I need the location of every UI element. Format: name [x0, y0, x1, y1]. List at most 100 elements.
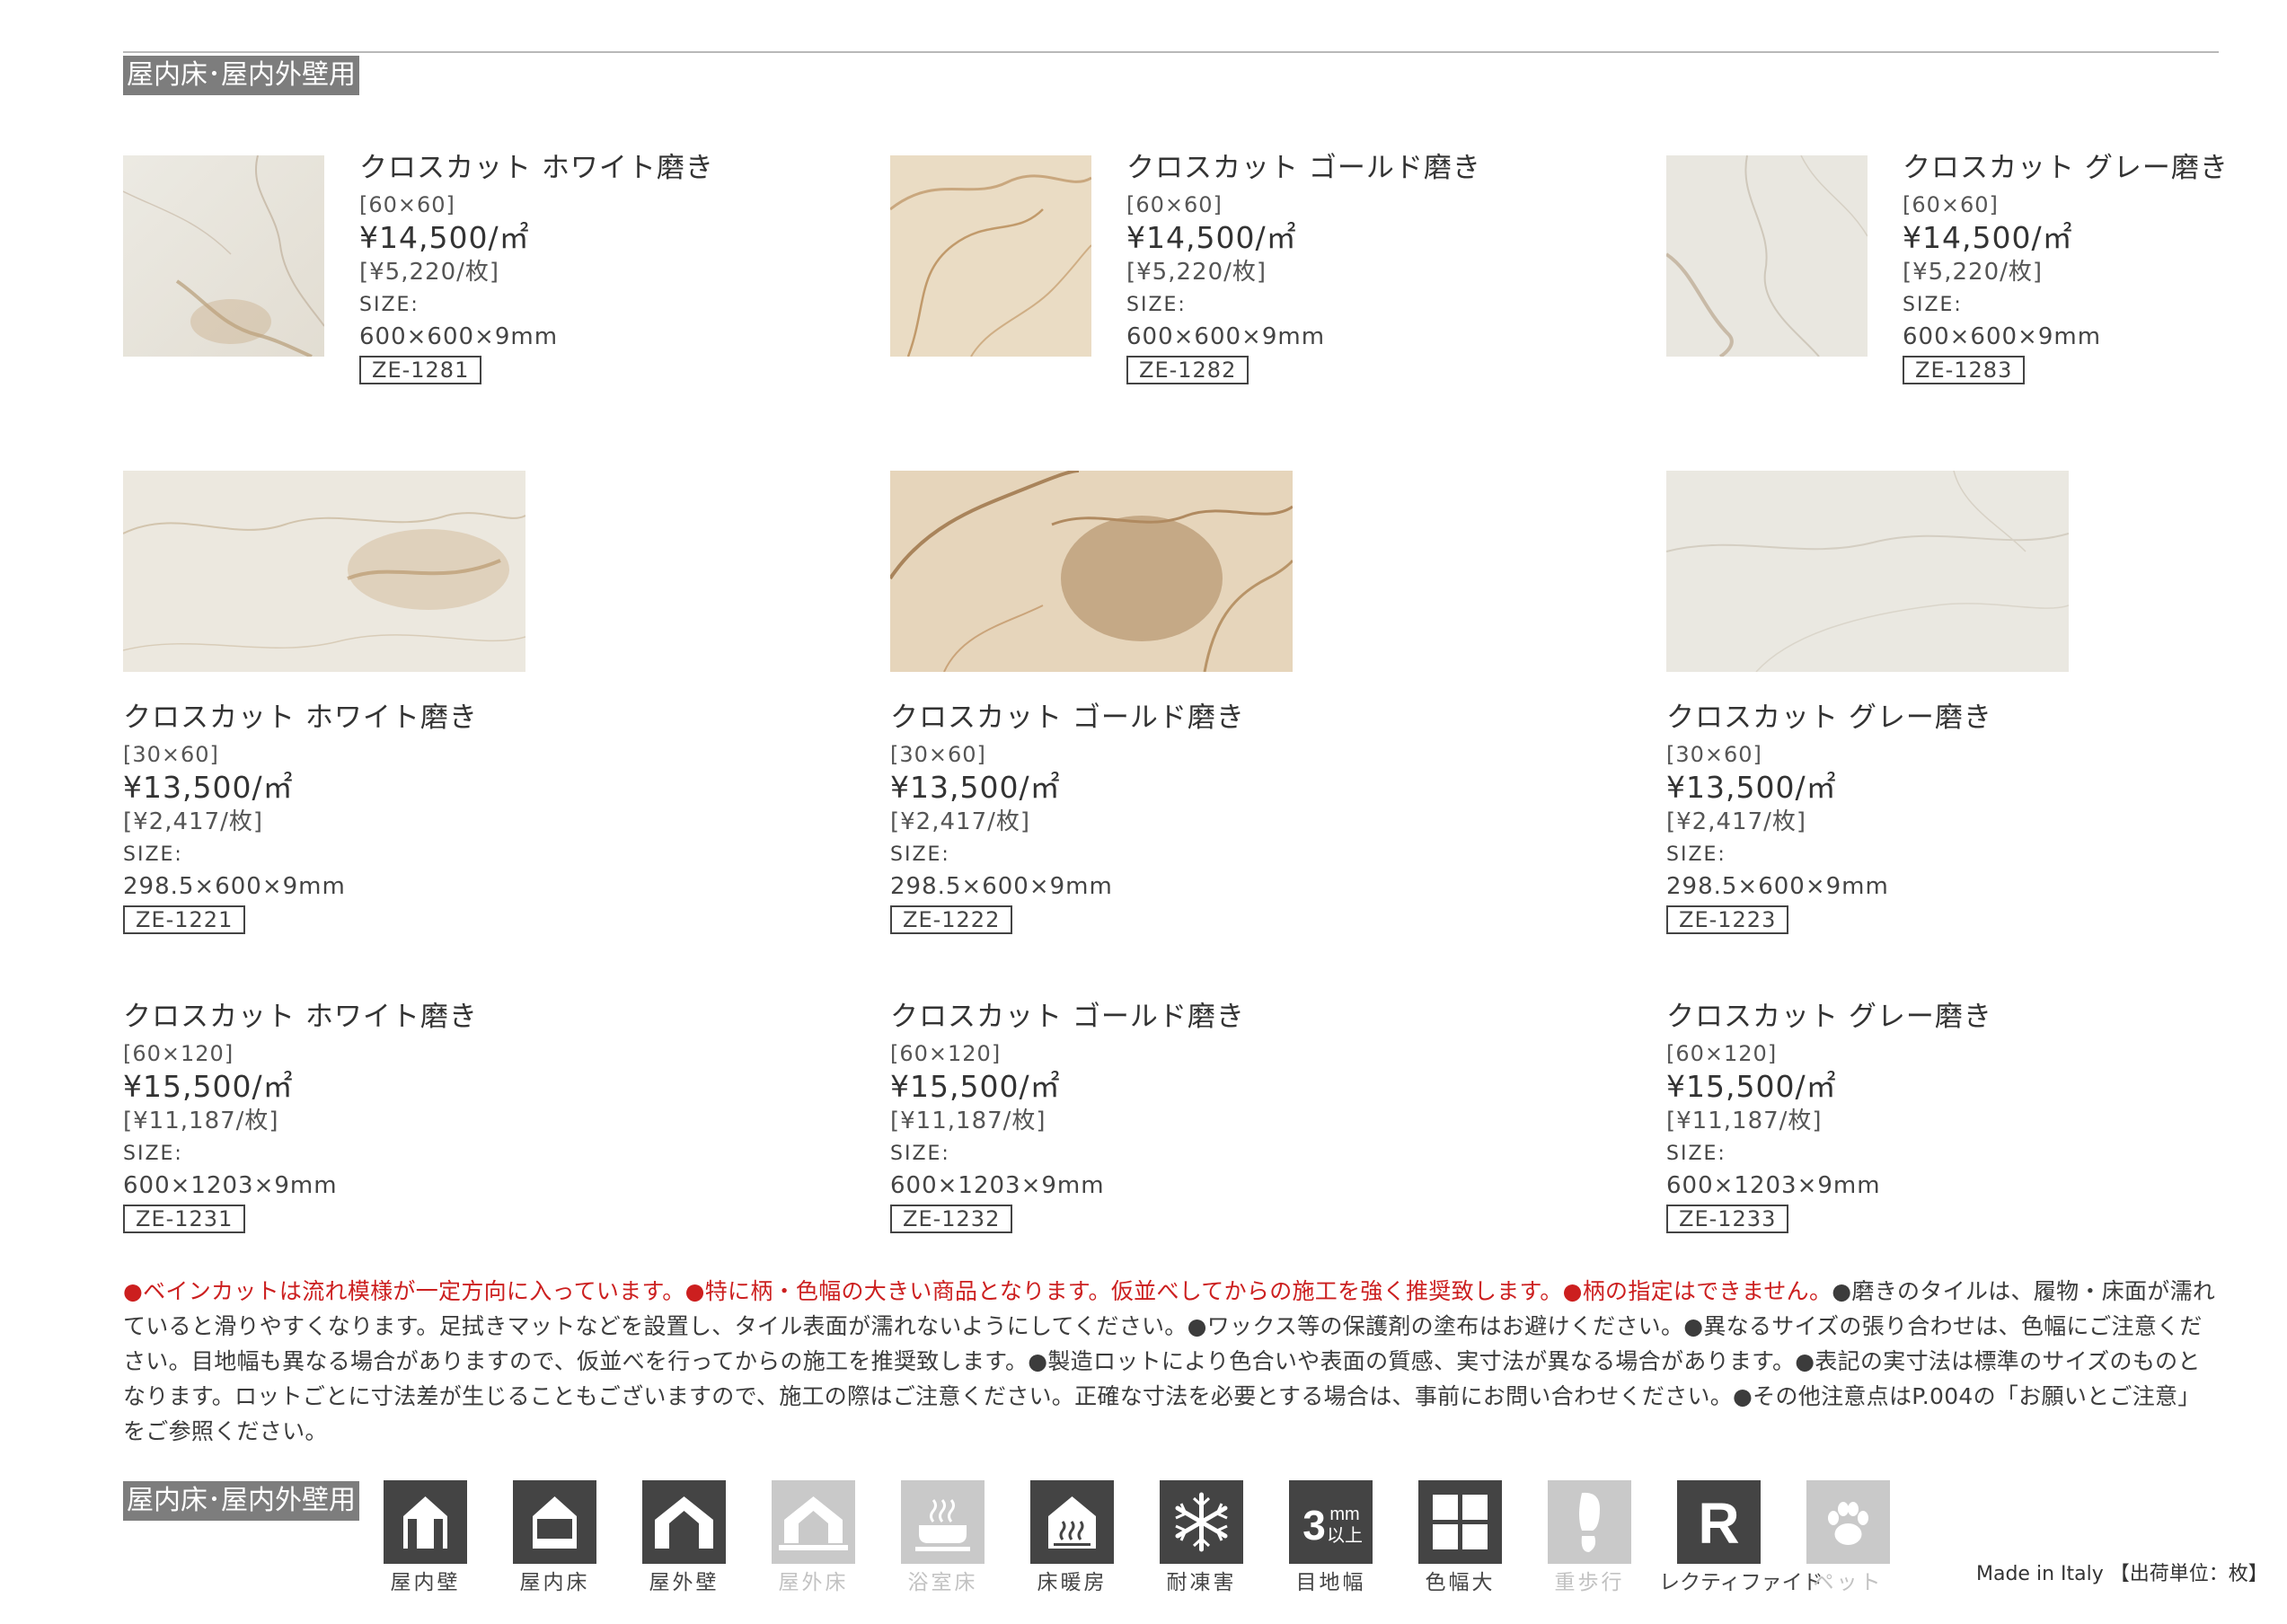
product-dimensions: [30×60] — [890, 742, 986, 767]
product-name: クロスカット ゴールド磨き — [890, 1001, 1245, 1033]
product-size: 600×1203×9mm — [123, 1172, 338, 1199]
outdoor-floor-icon — [772, 1480, 855, 1564]
size-label: SIZE: — [1666, 843, 1726, 866]
footer-section-label: 屋内床･屋内外壁用 — [123, 1481, 359, 1521]
product-price: ¥15,500/㎡ — [890, 1069, 1061, 1104]
usage-label: 色幅大 — [1425, 1571, 1496, 1594]
usage-rectified: R レクティファイド — [1659, 1480, 1823, 1596]
product-price-per-piece: [¥11,187/枚] — [1666, 1108, 1823, 1134]
notes-paragraph: ●ベインカットは流れ模様が一定方向に入っています。●特に柄・色幅の大きい商品とな… — [123, 1274, 2221, 1449]
rectified-letter: R — [1698, 1491, 1739, 1556]
product-name: クロスカット ホワイト磨き — [123, 1001, 478, 1033]
joint-width-unit: mm — [1329, 1505, 1359, 1524]
product-price-per-piece: [¥2,417/枚] — [123, 808, 264, 835]
usage-outdoor-floor: 屋外床 — [772, 1480, 855, 1596]
product-price-per-piece: [¥2,417/枚] — [1666, 808, 1807, 835]
tile-image-gold — [890, 155, 1091, 357]
bathroom-floor-icon — [901, 1480, 985, 1564]
indoor-floor-icon — [513, 1480, 596, 1564]
product-size: 600×600×9mm — [1126, 323, 1326, 350]
joint-width-icon: 3 mm 以上 — [1289, 1480, 1373, 1564]
product-code: ZE-1282 — [1126, 356, 1249, 384]
tile-image-grey — [1666, 155, 1868, 357]
color-variation-icon — [1418, 1480, 1502, 1564]
product-price: ¥13,500/㎡ — [890, 770, 1061, 805]
heavy-traffic-icon — [1548, 1480, 1631, 1564]
product-info: クロスカット ゴールド磨き [60×60] ¥14,500/㎡ [¥5,220/… — [1126, 151, 1481, 384]
product-price-per-piece: [¥5,220/枚] — [1126, 259, 1267, 286]
frost-resistance-icon — [1160, 1480, 1243, 1564]
product-name: クロスカット グレー磨き — [1666, 1001, 1992, 1033]
usage-floor-heating: 床暖房 — [1030, 1480, 1114, 1596]
product-code: ZE-1222 — [890, 905, 1013, 934]
product-price-per-piece: [¥11,187/枚] — [890, 1108, 1046, 1134]
usage-bathroom-floor: 浴室床 — [901, 1480, 985, 1596]
product-size: 298.5×600×9mm — [890, 873, 1113, 900]
usage-joint-width: 3 mm 以上 目地幅 — [1289, 1480, 1373, 1596]
size-label: SIZE: — [1903, 294, 1963, 316]
usage-color-variation: 色幅大 — [1418, 1480, 1502, 1596]
size-label: SIZE: — [1126, 294, 1187, 316]
usage-label: 目地幅 — [1295, 1571, 1366, 1594]
product-price-per-piece: [¥5,220/枚] — [359, 259, 500, 286]
product-dimensions: [60×120] — [123, 1041, 234, 1066]
usage-frost-resistance: 耐凍害 — [1160, 1480, 1243, 1596]
product-price-per-piece: [¥5,220/枚] — [1903, 259, 2044, 286]
product-info: クロスカット グレー磨き [60×120] ¥15,500/㎡ [¥11,187… — [1666, 1000, 1992, 1233]
usage-label: 屋内床 — [519, 1571, 590, 1594]
size-label: SIZE: — [123, 843, 183, 866]
product-dimensions: [60×60] — [1903, 192, 1999, 217]
usage-label: 屋外壁 — [649, 1571, 720, 1594]
product-price: ¥14,500/㎡ — [1903, 220, 2073, 255]
size-label: SIZE: — [123, 1143, 183, 1165]
product-dimensions: [60×60] — [1126, 192, 1223, 217]
usage-label: 屋外床 — [778, 1571, 849, 1594]
product-name: クロスカット ホワイト磨き — [359, 152, 714, 184]
product-price: ¥13,500/㎡ — [1666, 770, 1837, 805]
product-code: ZE-1283 — [1903, 356, 2026, 384]
product-dimensions: [60×120] — [890, 1041, 1002, 1066]
product-size: 298.5×600×9mm — [123, 873, 346, 900]
rectified-icon: R — [1677, 1480, 1761, 1564]
product-size: 600×1203×9mm — [1666, 1172, 1881, 1199]
product-dimensions: [60×120] — [1666, 1041, 1778, 1066]
usage-label: 重歩行 — [1554, 1571, 1625, 1594]
product-price: ¥13,500/㎡ — [123, 770, 294, 805]
floor-heating-icon — [1030, 1480, 1114, 1564]
product-code: ZE-1232 — [890, 1205, 1013, 1233]
product-dimensions: [60×60] — [359, 192, 455, 217]
product-name: クロスカット ゴールド磨き — [1126, 152, 1481, 184]
product-price: ¥14,500/㎡ — [359, 220, 530, 255]
product-price-per-piece: [¥11,187/枚] — [123, 1108, 279, 1134]
size-label: SIZE: — [359, 294, 419, 316]
product-price: ¥15,500/㎡ — [123, 1069, 294, 1104]
product-size: 600×600×9mm — [1903, 323, 2102, 350]
indoor-wall-icon — [384, 1480, 467, 1564]
outdoor-wall-icon — [642, 1480, 726, 1564]
size-label: SIZE: — [890, 1143, 950, 1165]
product-dimensions: [30×60] — [123, 742, 219, 767]
product-price: ¥14,500/㎡ — [1126, 220, 1297, 255]
joint-width-sub: 以上 — [1327, 1524, 1363, 1546]
usage-outdoor-wall: 屋外壁 — [642, 1480, 726, 1596]
product-name: クロスカット グレー磨き — [1666, 702, 1992, 734]
tile-image-grey — [1666, 471, 2069, 672]
usage-label: レクティファイド — [1659, 1571, 1823, 1594]
usage-label: 床暖房 — [1037, 1571, 1108, 1594]
size-label: SIZE: — [890, 843, 950, 866]
product-info: クロスカット ゴールド磨き [30×60] ¥13,500/㎡ [¥2,417/… — [890, 701, 1245, 934]
product-size: 600×600×9mm — [359, 323, 559, 350]
product-code: ZE-1281 — [359, 356, 482, 384]
tile-image-white — [123, 471, 525, 672]
product-code: ZE-1233 — [1666, 1205, 1789, 1233]
tile-image-gold — [890, 471, 1293, 672]
product-info: クロスカット ゴールド磨き [60×120] ¥15,500/㎡ [¥11,18… — [890, 1000, 1245, 1233]
product-price: ¥15,500/㎡ — [1666, 1069, 1837, 1104]
product-info: クロスカット ホワイト磨き [60×60] ¥14,500/㎡ [¥5,220/… — [359, 151, 714, 384]
usage-indoor-floor: 屋内床 — [513, 1480, 596, 1596]
product-size: 600×1203×9mm — [890, 1172, 1105, 1199]
note-red-2: ●特に柄・色幅の大きい商品となります。仮並べしてからの施工を強く推奨致します。 — [684, 1278, 1563, 1304]
product-name: クロスカット ホワイト磨き — [123, 702, 478, 734]
usage-pet: ペット — [1806, 1480, 1890, 1596]
product-dimensions: [30×60] — [1666, 742, 1762, 767]
